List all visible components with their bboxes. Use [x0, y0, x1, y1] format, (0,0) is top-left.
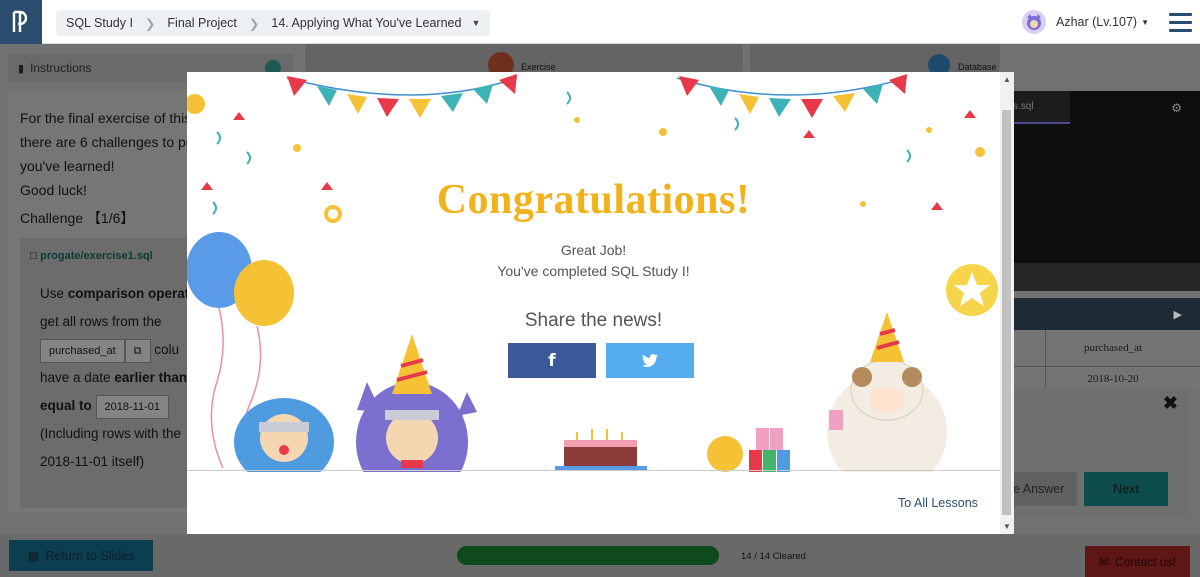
instructions-tab-label: Instructions — [30, 61, 92, 75]
task-text-bold: comparison operat — [67, 286, 190, 301]
result-header: ▶ — [1013, 298, 1200, 330]
bunting-flags — [287, 74, 907, 118]
exercise-tab-label: Exercise — [521, 62, 556, 72]
editor-file-tab[interactable]: s.sql — [1013, 91, 1070, 124]
contact-us-button[interactable]: ✉ Contact us! — [1085, 546, 1190, 577]
sheep-character — [827, 312, 947, 472]
result-table: purchased_at 2018-10-20 — [1013, 330, 1200, 390]
task-text: have a date — [40, 370, 111, 385]
birthday-cake — [555, 429, 647, 471]
task-text-bold: equal to — [40, 398, 92, 413]
task-text: (Including rows with the — [40, 426, 182, 441]
progress-bar — [457, 546, 719, 565]
facebook-icon: f — [548, 350, 556, 371]
play-icon[interactable]: ▶ — [1174, 308, 1182, 321]
breadcrumb-course[interactable]: SQL Study I — [66, 16, 133, 30]
task-text: colu — [154, 342, 180, 357]
code-editor[interactable]: s.sql ⚙ — [1013, 91, 1200, 291]
task-text: Use — [40, 286, 65, 301]
date-chip[interactable]: 2018-11-01 — [95, 395, 169, 419]
editor-status-band — [1013, 263, 1200, 291]
twitter-icon — [642, 354, 658, 367]
see-answer-button[interactable]: e Answer — [1013, 472, 1077, 506]
share-heading: Share the news! — [524, 310, 663, 331]
completion-text: You've completed SQL Study I! — [497, 263, 690, 279]
to-all-lessons-link[interactable]: To All Lessons — [898, 496, 978, 510]
copy-icon[interactable]: ⧉ — [124, 339, 151, 363]
table-header-cell: purchased_at — [1083, 342, 1143, 354]
congratulations-modal: Congratulations! Great Job! You've compl… — [187, 72, 1014, 534]
party-cups — [707, 428, 790, 472]
return-to-slides-label: Return to Slides — [45, 548, 135, 563]
footer-bar: ▦ Return to Slides 14 / 14 Cleared ✉ Con… — [0, 534, 1200, 577]
task-text-bold: earlier than — [114, 370, 188, 385]
congratulations-title: Congratulations! — [436, 177, 751, 223]
scrollbar-thumb[interactable] — [1002, 110, 1011, 515]
hamburger-menu-icon[interactable] — [1169, 13, 1192, 37]
progress-text: 14 / 14 Cleared — [741, 551, 806, 562]
file-name: progate/exercise1.sql — [40, 250, 153, 262]
breadcrumb: SQL Study I ❯ Final Project ❯ 14. Applyi… — [56, 10, 491, 36]
ninja-character-left — [234, 398, 334, 472]
great-job-text: Great Job! — [560, 242, 627, 258]
task-text: 2018-11-01 itself) — [40, 454, 145, 469]
gear-icon[interactable]: ⚙ — [1171, 101, 1182, 115]
user-menu[interactable]: Azhar (Lv.107) ▼ — [1022, 10, 1149, 34]
table-divider — [1013, 366, 1200, 367]
top-bar: SQL Study I ❯ Final Project ❯ 14. Applyi… — [0, 0, 1200, 44]
modal-scrollbar[interactable]: ▲ ▼ — [1000, 72, 1014, 534]
breadcrumb-lesson[interactable]: 14. Applying What You've Learned — [271, 16, 461, 30]
twitter-share-button[interactable] — [606, 343, 694, 378]
column-name-chip[interactable]: purchased_at — [40, 339, 125, 363]
progate-logo[interactable] — [0, 0, 42, 44]
contact-us-label: Contact us! — [1115, 554, 1176, 569]
next-button[interactable]: Next — [1084, 472, 1168, 506]
scroll-down-icon[interactable]: ▼ — [1003, 522, 1011, 531]
avatar — [1022, 10, 1046, 34]
caret-down-icon: ▼ — [1141, 17, 1149, 27]
database-tab-label: Database — [958, 62, 997, 72]
task-text: get all rows from the — [40, 314, 162, 329]
file-icon: □ — [30, 250, 37, 262]
table-cell: 2018-10-20 — [1087, 373, 1139, 385]
chevron-right-icon: ❯ — [144, 16, 156, 31]
ninja-character-right — [356, 334, 477, 472]
breadcrumb-section[interactable]: Final Project — [167, 16, 236, 30]
book-icon: ▮ — [18, 62, 25, 75]
scroll-up-icon[interactable]: ▲ — [1003, 75, 1011, 84]
close-icon[interactable]: ✖ — [1163, 393, 1178, 414]
mail-icon: ✉ — [1099, 554, 1110, 569]
caret-down-icon[interactable]: ▼ — [471, 18, 480, 28]
slides-icon: ▦ — [27, 549, 40, 563]
modal-divider — [187, 470, 1000, 471]
return-to-slides-button[interactable]: ▦ Return to Slides — [9, 540, 153, 571]
chevron-right-icon: ❯ — [248, 16, 260, 31]
user-name: Azhar (Lv.107) — [1056, 15, 1138, 29]
facebook-share-button[interactable]: f — [508, 343, 596, 378]
